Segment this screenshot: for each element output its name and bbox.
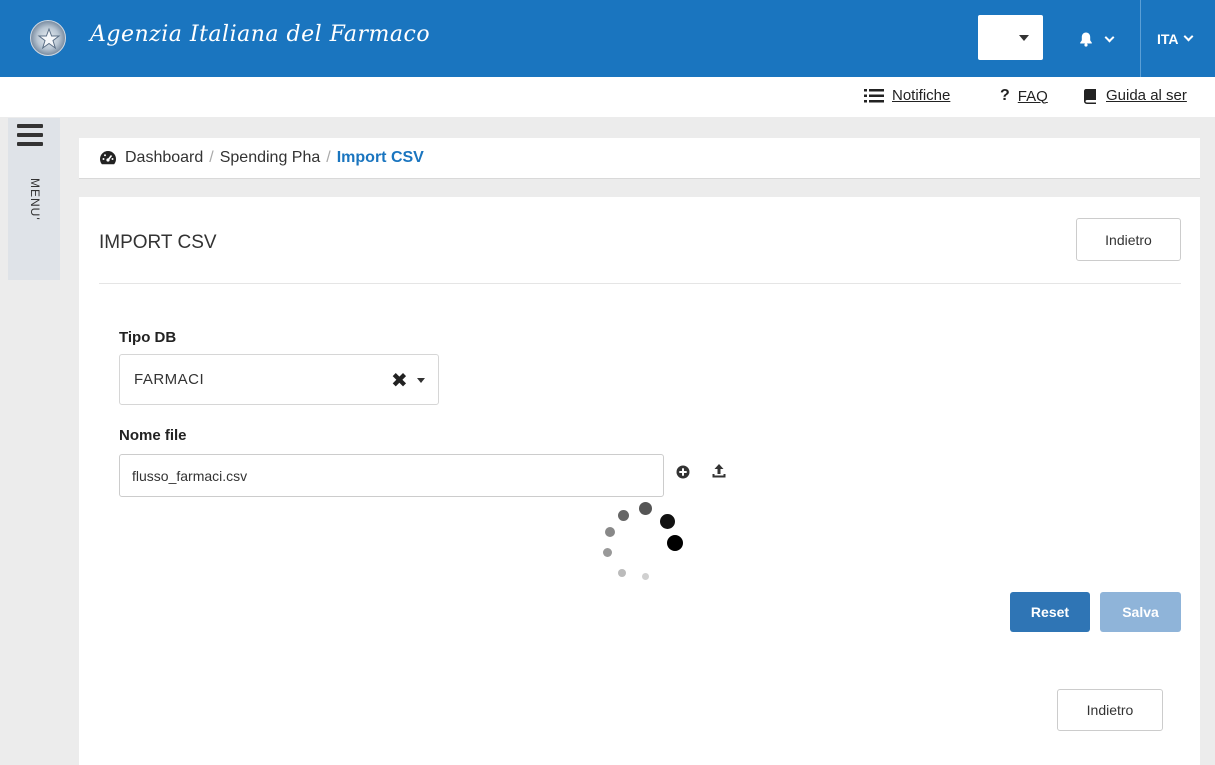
guida-label: Guida al ser <box>1106 87 1187 104</box>
chevron-down-icon <box>1183 31 1193 42</box>
loading-spinner <box>594 497 689 592</box>
republic-emblem-icon <box>30 20 66 56</box>
breadcrumb-spending-pha[interactable]: Spending Pha <box>220 149 321 167</box>
save-button[interactable]: Salva <box>1100 592 1181 632</box>
top-links-bar: Notifiche ? FAQ Guida al ser <box>0 77 1215 117</box>
caret-down-icon <box>1019 35 1029 41</box>
notifiche-label: Notifiche <box>892 87 951 104</box>
book-icon <box>1084 88 1096 104</box>
side-menu-toggle[interactable]: MENU' <box>8 118 60 280</box>
faq-link[interactable]: ? FAQ <box>1000 87 1048 105</box>
chevron-down-icon <box>1104 32 1115 42</box>
tipo-db-select[interactable]: FARMACI ✖ <box>119 354 439 405</box>
page-title: IMPORT CSV <box>99 232 217 253</box>
nome-file-label: Nome file <box>119 427 187 444</box>
agency-brand[interactable]: Agenzia Italiana del Farmaco <box>90 22 430 47</box>
list-icon <box>864 88 884 102</box>
language-label: ITA <box>1157 30 1179 47</box>
clear-x-icon[interactable]: ✖ <box>391 368 408 393</box>
guida-link[interactable]: Guida al ser <box>1082 87 1187 104</box>
dashboard-gauge-icon <box>99 150 117 166</box>
tipo-db-value: FARMACI <box>134 371 205 388</box>
hamburger-icon <box>17 124 43 151</box>
language-selector[interactable]: ITA <box>1140 0 1193 77</box>
back-button-top[interactable]: Indietro <box>1076 218 1181 261</box>
title-divider <box>99 283 1181 284</box>
bell-icon <box>1080 32 1092 47</box>
question-icon: ? <box>1000 87 1010 104</box>
breadcrumb-current: Import CSV <box>336 149 424 166</box>
menu-label: MENU' <box>28 178 42 221</box>
import-csv-panel: IMPORT CSV Indietro Tipo DB FARMACI ✖ No… <box>79 197 1200 765</box>
back-button-bottom[interactable]: Indietro <box>1057 689 1163 731</box>
tipo-db-label: Tipo DB <box>119 329 177 346</box>
breadcrumb: Dashboard / Spending Pha / Import CSV <box>79 138 1200 179</box>
caret-down-icon[interactable] <box>417 378 425 383</box>
upload-icon[interactable] <box>711 463 727 479</box>
reset-button[interactable]: Reset <box>1010 592 1090 632</box>
nome-file-input[interactable] <box>119 454 664 497</box>
add-file-icon[interactable] <box>676 465 690 479</box>
breadcrumb-separator: / <box>326 149 331 166</box>
notifiche-link[interactable]: Notifiche <box>864 87 950 104</box>
profile-select[interactable] <box>978 15 1043 60</box>
notifications-dropdown[interactable] <box>1078 25 1115 53</box>
top-header: Agenzia Italiana del Farmaco ITA <box>0 0 1215 77</box>
breadcrumb-separator: / <box>209 149 214 166</box>
breadcrumb-dashboard[interactable]: Dashboard <box>125 149 203 167</box>
faq-label: FAQ <box>1017 87 1048 105</box>
